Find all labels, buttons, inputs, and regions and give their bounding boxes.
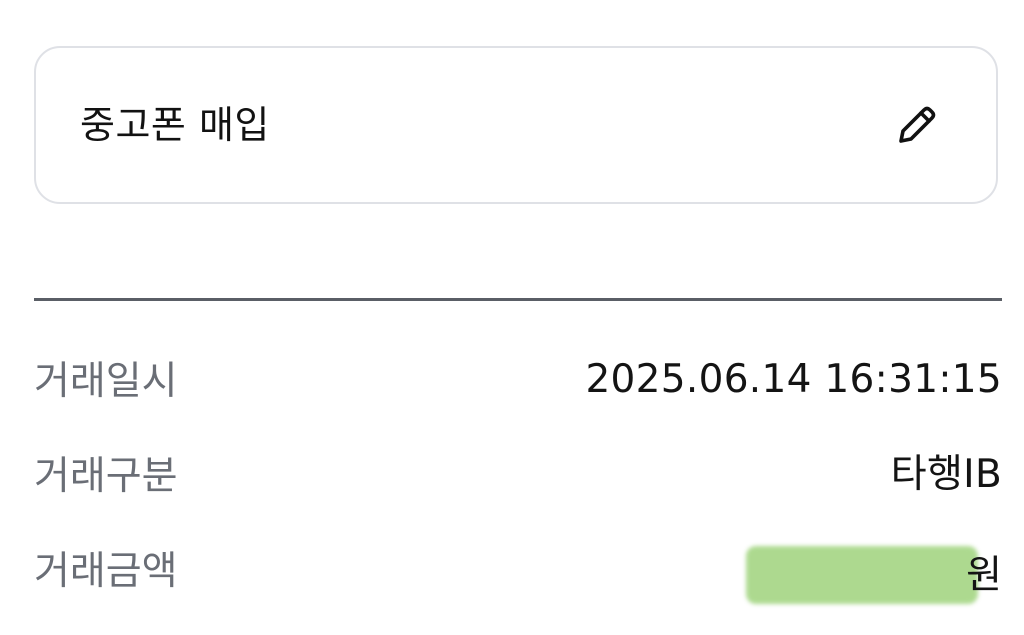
transaction-details: 거래일시 2025.06.14 16:31:15 거래구분 타행IB 거래금액 …	[34, 350, 1002, 635]
datetime-label: 거래일시	[34, 359, 178, 404]
type-value: 타행IB	[890, 452, 1002, 497]
pencil-icon-graphic	[899, 106, 936, 143]
datetime-value: 2025.06.14 16:31:15	[585, 357, 1002, 402]
redaction-mark	[746, 546, 978, 604]
amount-label: 거래금액	[34, 549, 178, 594]
amount-value: 원	[746, 540, 1002, 606]
section-divider	[34, 298, 1002, 301]
amount-unit: 원	[966, 552, 1002, 598]
detail-row-datetime: 거래일시 2025.06.14 16:31:15	[34, 350, 1002, 445]
pencil-icon[interactable]	[890, 98, 944, 152]
detail-row-amount: 거래금액 원	[34, 540, 1002, 635]
memo-text: 중고폰 매입	[80, 103, 270, 147]
detail-row-type: 거래구분 타행IB	[34, 445, 1002, 540]
memo-card[interactable]: 중고폰 매입	[34, 46, 998, 204]
type-label: 거래구분	[34, 454, 178, 499]
